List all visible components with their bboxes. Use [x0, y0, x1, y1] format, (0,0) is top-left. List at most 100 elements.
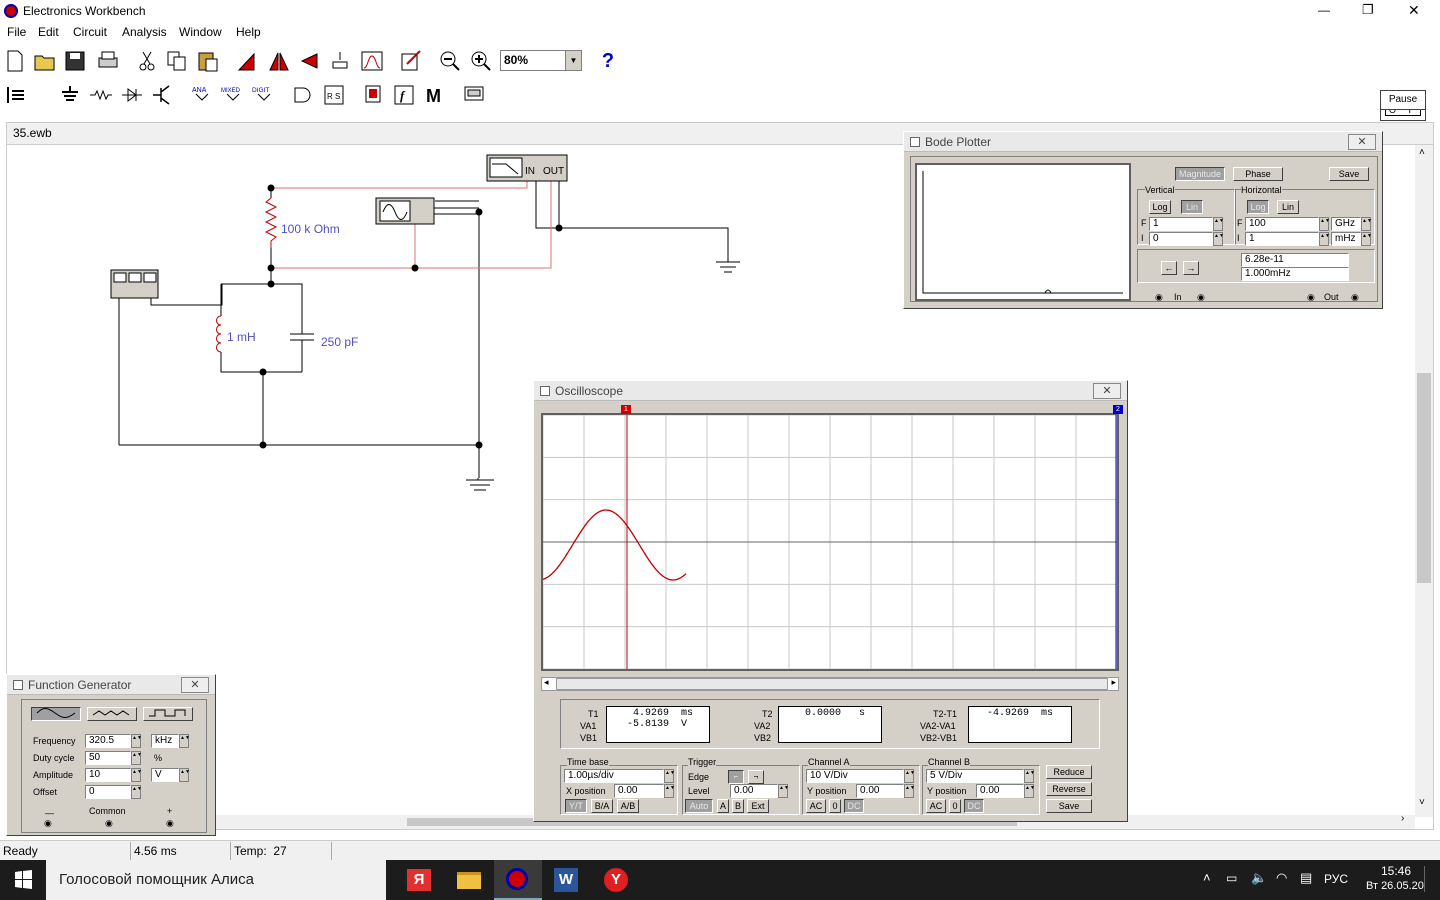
search-box[interactable]: Голосовой помощник Алиса [46, 860, 417, 900]
channel-b-scale-field[interactable]: 5 V/Div [926, 769, 1024, 783]
duty-cycle-field[interactable]: 50 [85, 751, 131, 765]
amplitude-unit-spinner[interactable]: ▲▼ [179, 768, 190, 782]
oscilloscope-symbol[interactable] [110, 269, 159, 299]
offset-field[interactable]: 0 [85, 785, 131, 799]
channel-b-ypos-spinner[interactable]: ▲▼ [1024, 784, 1035, 798]
scroll-up-icon[interactable]: ˄ [1419, 147, 1425, 158]
resistor-symbol[interactable] [264, 197, 278, 248]
scope-hscroll[interactable]: ◂ ▸ [541, 677, 1119, 691]
channel-a-zero-button[interactable]: 0 [829, 799, 841, 813]
function-generator-symbol[interactable] [375, 197, 435, 225]
vertical-final-spinner[interactable]: ▲▼ [1213, 217, 1224, 231]
horizontal-initial-spinner[interactable]: ▲▼ [1319, 232, 1330, 246]
offset-spinner[interactable]: ▲▼ [131, 785, 142, 799]
horizontal-initial-unit-spinner[interactable]: ▲▼ [1361, 232, 1372, 246]
scope-save-button[interactable]: Save [1046, 799, 1092, 813]
capacitor-symbol[interactable] [290, 326, 314, 346]
taskbar-word[interactable]: W [544, 860, 588, 900]
inductor-symbol[interactable] [216, 315, 222, 353]
trigger-a-button[interactable]: A [717, 799, 729, 813]
scroll-right-icon[interactable]: › [1401, 813, 1404, 824]
xpos-field[interactable]: 0.00 [614, 784, 664, 798]
common-terminal-icon[interactable]: ◉ [105, 818, 113, 829]
square-wave-button[interactable] [143, 707, 193, 721]
scroll-down-icon[interactable]: ˅ [1419, 797, 1425, 808]
taskbar-file-explorer[interactable] [448, 860, 490, 900]
amplitude-spinner[interactable]: ▲▼ [131, 768, 142, 782]
bode-in-terminal-icon[interactable]: ◉ [1155, 292, 1163, 303]
edge-rising-button[interactable]: ⌐ [728, 770, 744, 784]
vertical-scrollbar[interactable]: ˄ ˅ [1415, 145, 1433, 817]
horizontal-lin-button[interactable]: Lin [1277, 200, 1299, 214]
wifi-icon[interactable]: ◠ [1276, 870, 1287, 886]
clock-date[interactable]: Вт 26.05.20 [1366, 880, 1424, 892]
vertical-initial-field[interactable]: 0 [1149, 232, 1213, 246]
channel-b-ypos-field[interactable]: 0.00 [976, 784, 1024, 798]
close-icon[interactable]: ✕ [1093, 383, 1121, 399]
scope-scroll-thumb[interactable] [556, 678, 1108, 690]
notification-icon[interactable]: ▤ [1300, 870, 1312, 886]
edge-falling-button[interactable]: ¬ [748, 770, 764, 784]
channel-b-zero-button[interactable]: 0 [949, 799, 961, 813]
reduce-button[interactable]: Reduce [1046, 765, 1092, 779]
phase-button[interactable]: Phase [1233, 167, 1283, 181]
vertical-initial-spinner[interactable]: ▲▼ [1213, 232, 1224, 246]
channel-b-scale-spinner[interactable]: ▲▼ [1024, 769, 1035, 783]
minus-terminal-icon[interactable]: ◉ [44, 818, 52, 829]
channel-a-ac-button[interactable]: AC [806, 799, 826, 813]
close-button[interactable]: ✕ [1408, 2, 1420, 19]
horizontal-final-spinner[interactable]: ▲▼ [1319, 217, 1330, 231]
bode-in-terminal2-icon[interactable]: ◉ [1197, 292, 1205, 303]
bode-save-button[interactable]: Save [1329, 167, 1369, 181]
channel-b-ac-button[interactable]: AC [926, 799, 946, 813]
horizontal-final-unit-spinner[interactable]: ▲▼ [1361, 217, 1372, 231]
scroll-thumb[interactable] [1417, 373, 1431, 583]
plus-terminal-icon[interactable]: ◉ [166, 818, 174, 829]
action-center-icon[interactable] [1424, 866, 1438, 892]
level-field[interactable]: 0.00 [730, 784, 778, 798]
ba-button[interactable]: B/A [591, 799, 613, 813]
channel-b-dc-button[interactable]: DC [964, 799, 984, 813]
channel-a-scale-spinner[interactable]: ▲▼ [904, 769, 915, 783]
close-icon[interactable]: ✕ [181, 677, 209, 693]
reverse-button[interactable]: Reverse [1046, 782, 1092, 796]
taskbar-yandex-browser[interactable]: Я [398, 860, 440, 900]
horizontal-final-unit[interactable]: GHz [1331, 217, 1361, 231]
magnitude-button[interactable]: Magnitude [1175, 167, 1225, 181]
frequency-unit-field[interactable]: kHz [151, 734, 179, 748]
restore-button[interactable]: ❐ [1362, 2, 1374, 18]
xpos-spinner[interactable]: ▲▼ [664, 784, 675, 798]
cursor-2-marker[interactable]: 2 [1113, 405, 1123, 414]
amplitude-field[interactable]: 10 [85, 768, 131, 782]
tray-chevron-icon[interactable]: ˄ [1203, 870, 1211, 885]
ab-button[interactable]: A/B [617, 799, 639, 813]
vertical-log-button[interactable]: Log [1149, 200, 1171, 214]
amplitude-unit-field[interactable]: V [151, 768, 179, 782]
cursor-right-button[interactable]: → [1183, 261, 1199, 275]
yt-button[interactable]: Y/T [565, 799, 587, 813]
trigger-auto-button[interactable]: Auto [685, 799, 713, 813]
taskbar-yandex[interactable]: Y [594, 860, 638, 900]
trigger-b-button[interactable]: B [732, 799, 744, 813]
level-spinner[interactable]: ▲▼ [778, 784, 789, 798]
scroll-left-icon[interactable]: ◂ [544, 677, 549, 688]
volume-icon[interactable]: 🔈 [1251, 870, 1267, 886]
channel-a-dc-button[interactable]: DC [844, 799, 864, 813]
horizontal-log-button[interactable]: Log [1247, 200, 1269, 214]
language-indicator[interactable]: РУС [1324, 872, 1348, 886]
sine-wave-button[interactable] [31, 707, 81, 721]
timebase-spinner[interactable]: ▲▼ [664, 769, 675, 783]
taskbar-workbench[interactable] [494, 860, 542, 900]
channel-a-ypos-field[interactable]: 0.00 [856, 784, 904, 798]
frequency-spinner[interactable]: ▲▼ [131, 734, 142, 748]
clock-time[interactable]: 15:46 [1381, 864, 1411, 878]
horizontal-final-field[interactable]: 100 [1245, 217, 1319, 231]
vertical-lin-button[interactable]: Lin [1181, 200, 1203, 214]
minimize-button[interactable]: — [1318, 3, 1330, 17]
scroll-right-icon[interactable]: ▸ [1111, 677, 1116, 688]
cursor-1-marker[interactable]: 1 [621, 405, 631, 414]
vertical-final-field[interactable]: 1 [1149, 217, 1213, 231]
cursor-left-button[interactable]: ← [1161, 261, 1177, 275]
channel-a-scale-field[interactable]: 10 V/Div [806, 769, 904, 783]
frequency-field[interactable]: 320.5 [85, 734, 131, 748]
